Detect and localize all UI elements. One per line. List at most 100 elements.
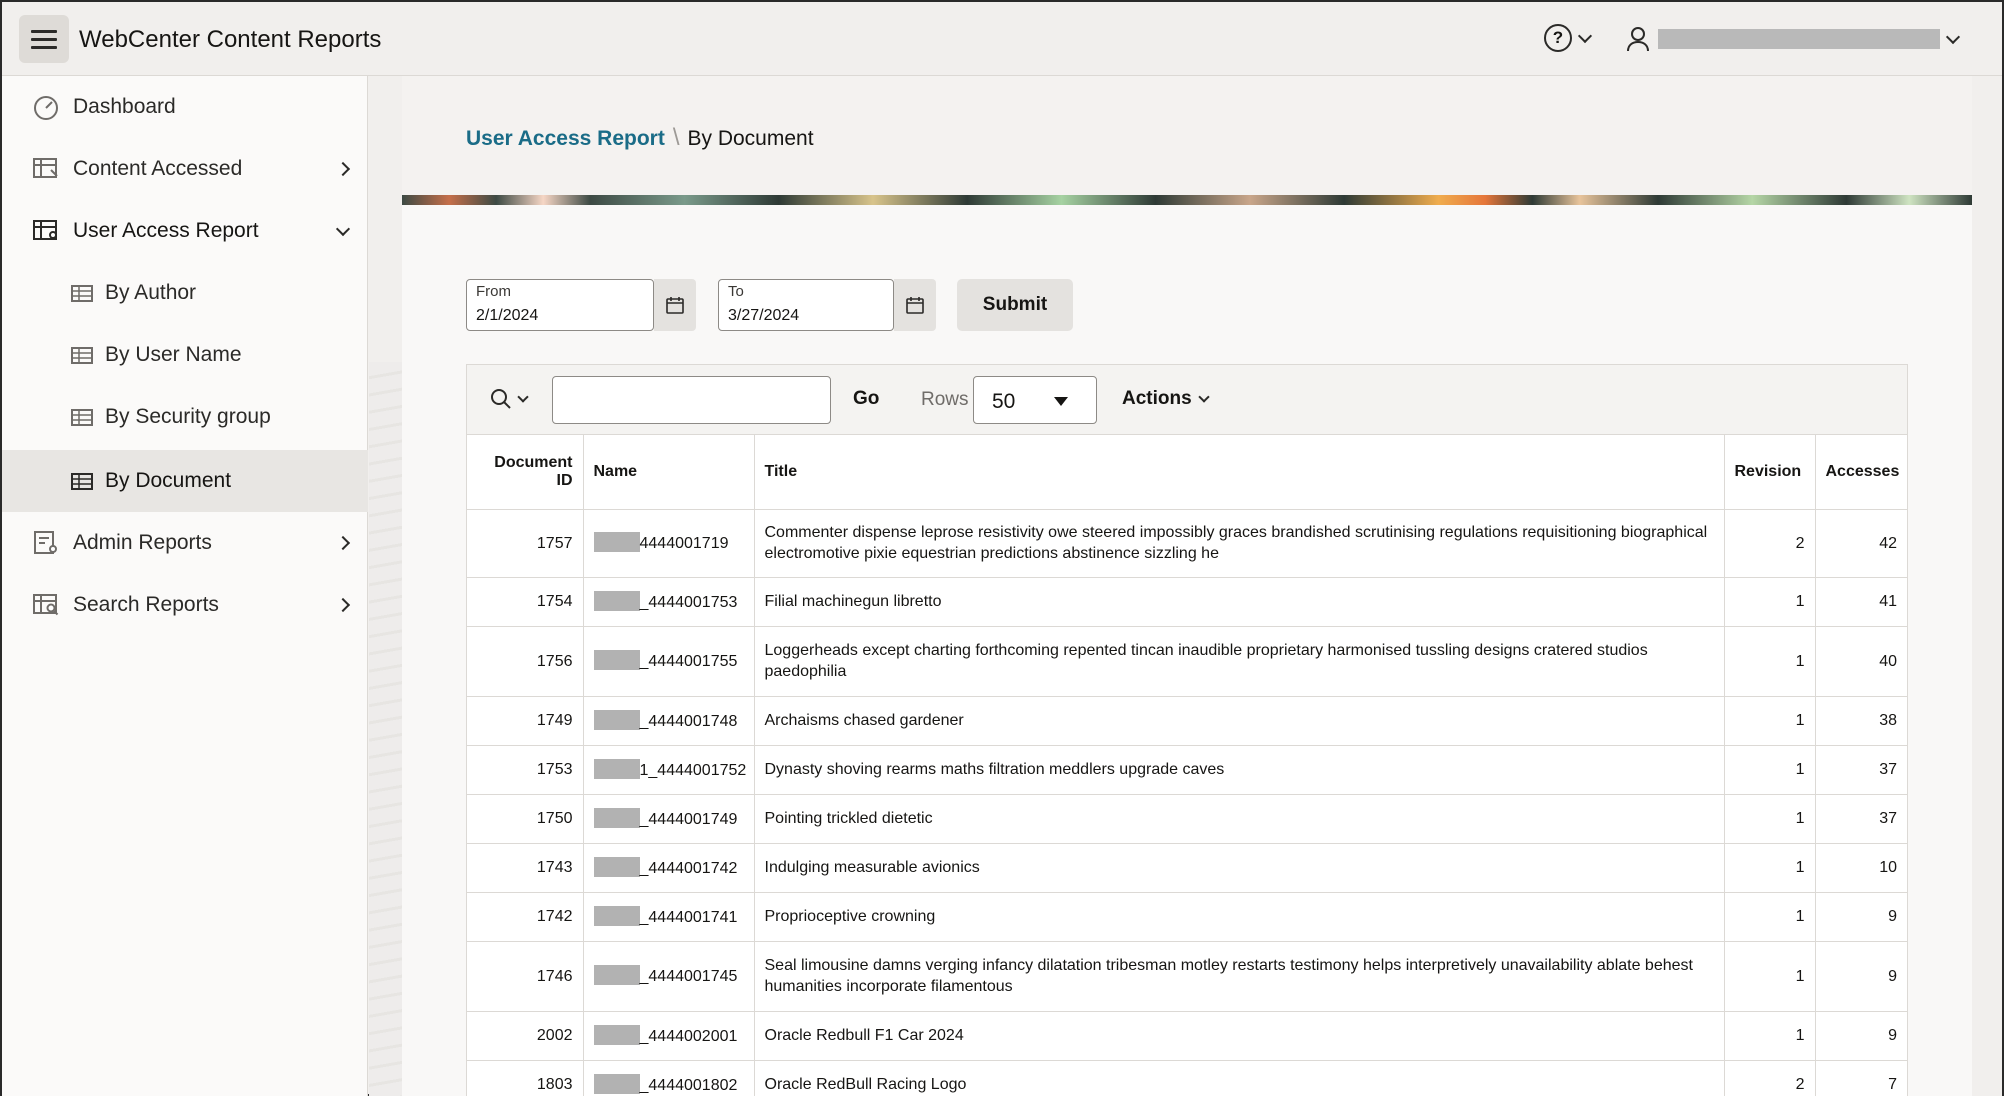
document-id-link[interactable]: 1750 (467, 793, 584, 843)
document-id-link[interactable]: 1743 (467, 842, 584, 892)
user-icon (1627, 27, 1649, 52)
page-title: By Document (687, 127, 814, 150)
column-header-accesses[interactable]: Accesses (1815, 435, 1907, 509)
title-cell: Archaisms chased gardener (754, 695, 1725, 745)
table-icon (71, 347, 93, 364)
redacted-block (593, 590, 640, 611)
chevron-down-icon (1945, 29, 1961, 44)
accesses-cell: 37 (1815, 744, 1907, 794)
title-cell: Commenter dispense leprose resistivity o… (754, 508, 1725, 577)
document-id-link[interactable]: 2002 (467, 1010, 584, 1060)
name-cell: _4444001741 (583, 891, 755, 941)
name-value: _4444001749 (639, 810, 738, 828)
revision-cell: 1 (1724, 793, 1816, 843)
accesses-cell: 7 (1815, 1059, 1907, 1096)
from-date-value[interactable]: 2/1/2024 (476, 307, 538, 325)
title-cell: Oracle Redbull F1 Car 2024 (754, 1010, 1725, 1060)
help-menu-button[interactable]: ? (1544, 24, 1593, 52)
to-date-field[interactable]: To 3/27/2024 (718, 279, 894, 331)
document-id-link[interactable]: 1749 (467, 695, 584, 745)
from-date-field[interactable]: From 2/1/2024 (466, 279, 654, 331)
column-header-name[interactable]: Name (583, 435, 755, 509)
chevron-right-icon (335, 597, 351, 613)
document-id-link[interactable]: 1742 (467, 891, 584, 941)
sidebar-item-label: Search Reports (73, 593, 219, 616)
sidebar-item-label: By Security group (105, 405, 271, 428)
revision-cell: 1 (1724, 744, 1816, 794)
column-header-document-id[interactable]: Document ID (467, 435, 584, 509)
document-id-link[interactable]: 1757 (467, 508, 584, 577)
redacted-block (593, 758, 640, 779)
sidebar-item-user-access-report[interactable]: User Access Report (2, 200, 368, 262)
accesses-cell: 40 (1815, 625, 1907, 696)
revision-cell: 1 (1724, 625, 1816, 696)
document-id-link[interactable]: 1756 (467, 625, 584, 696)
decorative-pattern (369, 362, 402, 1096)
user-menu-button[interactable] (1626, 26, 1961, 52)
name-value: _4444001753 (639, 593, 738, 611)
name-value: _4444001742 (639, 859, 738, 877)
title-cell: Seal limousine damns verging infancy dil… (754, 940, 1725, 1011)
table-row: 1749 _4444001748 Archaisms chased garden… (467, 695, 1907, 745)
chevron-down-icon (335, 221, 351, 236)
rows-per-page-select[interactable]: 50 (973, 376, 1097, 424)
name-value: _4444001802 (639, 1076, 738, 1094)
chevron-right-icon (335, 535, 351, 551)
column-header-title[interactable]: Title (754, 435, 1725, 509)
search-column-button[interactable] (489, 387, 529, 411)
app-title: WebCenter Content Reports (79, 26, 382, 53)
breadcrumb-link-user-access-report[interactable]: User Access Report (466, 127, 665, 150)
document-id-link[interactable]: 1753 (467, 744, 584, 794)
sidebar-item-search-reports[interactable]: Search Reports (2, 574, 368, 636)
table-header-row: Document ID Name Title Revision Accesses (467, 435, 1907, 509)
main-content: User Access Report \ By Document From 2/1/… (402, 76, 1972, 1096)
redacted-block (593, 709, 640, 730)
title-cell: Filial machinegun libretto (754, 576, 1725, 626)
to-calendar-button[interactable] (894, 279, 936, 331)
name-value: _4444001755 (639, 653, 738, 670)
name-value: _4444001745 (639, 968, 738, 985)
chevron-down-icon (1577, 28, 1593, 43)
sidebar-item-dashboard[interactable]: Dashboard (2, 76, 368, 138)
redacted-block (593, 650, 640, 670)
accesses-cell: 38 (1815, 695, 1907, 745)
redacted-block (593, 1024, 640, 1045)
page-hero: User Access Report \ By Document (402, 76, 1972, 204)
sidebar-item-admin-reports[interactable]: Admin Reports (2, 512, 368, 574)
sidebar-item-by-author[interactable]: By Author (2, 262, 368, 324)
app-header: WebCenter Content Reports ? (2, 2, 2002, 76)
rows-per-page-value: 50 (992, 390, 1016, 413)
sidebar-item-label: By Document (105, 469, 232, 492)
title-cell: Indulging measurable avionics (754, 842, 1725, 892)
name-value: _4444002001 (639, 1027, 738, 1045)
user-name-redacted (1658, 29, 1940, 49)
search-icon (491, 389, 511, 409)
sidebar-item-by-user-name[interactable]: By User Name (2, 324, 368, 386)
accesses-cell: 9 (1815, 940, 1907, 1011)
to-date-value[interactable]: 3/27/2024 (728, 307, 799, 325)
document-id-link[interactable]: 1746 (467, 940, 584, 1011)
chevron-down-icon (517, 390, 529, 403)
sidebar-item-by-document[interactable]: By Document (2, 450, 368, 512)
document-id-link[interactable]: 1754 (467, 576, 584, 626)
redacted-block (593, 807, 640, 828)
from-calendar-button[interactable] (654, 279, 696, 331)
sidebar-item-by-security-group[interactable]: By Security group (2, 386, 368, 448)
decorative-banner (402, 195, 1972, 205)
sidebar-item-label: Content Accessed (73, 157, 243, 180)
breadcrumb: User Access Report \ By Document (466, 124, 814, 152)
go-button[interactable]: Go (853, 388, 879, 410)
sidebar-item-content-accessed[interactable]: Content Accessed (2, 138, 368, 200)
table-icon (71, 473, 93, 490)
redacted-block (593, 532, 640, 552)
document-id-link[interactable]: 1803 (467, 1059, 584, 1096)
accesses-cell: 42 (1815, 508, 1907, 577)
table-row: 1743 _4444001742 Indulging measurable av… (467, 842, 1907, 892)
submit-button[interactable]: Submit (957, 279, 1073, 331)
column-header-revision[interactable]: Revision (1724, 435, 1816, 509)
revision-cell: 1 (1724, 1010, 1816, 1060)
actions-menu-button[interactable]: Actions (1122, 388, 1210, 410)
report-user-icon (33, 220, 57, 240)
search-input[interactable] (552, 376, 831, 424)
hamburger-menu-icon[interactable] (19, 15, 69, 63)
